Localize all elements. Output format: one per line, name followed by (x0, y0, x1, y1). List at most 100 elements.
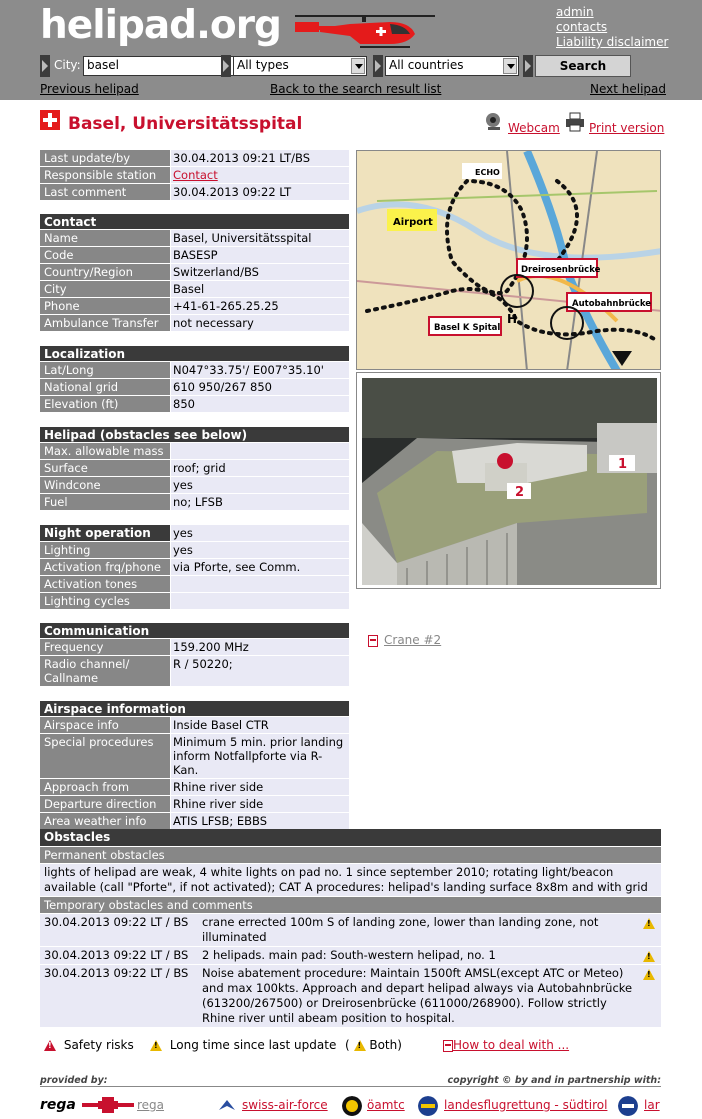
table-row: Airspace info Inside Basel CTR (40, 717, 349, 734)
field-value (171, 593, 349, 609)
pdf-icon (443, 1039, 453, 1052)
oamtc-icon (342, 1096, 362, 1116)
rega-link[interactable]: rega (137, 1098, 164, 1112)
pdf-icon (368, 634, 378, 647)
webcam-icon[interactable] (484, 112, 506, 132)
how-to-deal-link[interactable]: How to deal with ... (453, 1038, 569, 1052)
liability-disclaimer-link[interactable]: Liability disclaimer (556, 35, 668, 50)
field-label: Name (40, 230, 171, 246)
next-helipad-link[interactable]: Next helipad (590, 82, 666, 96)
airspace-table: Airspace information Airspace info Inside… (40, 701, 349, 830)
obstacle-row: 30.04.2013 09:22 LT / BS crane errected … (40, 913, 661, 946)
obstacle-row: 30.04.2013 09:22 LT / BS 2 helipads. mai… (40, 946, 661, 964)
permanent-obstacles-header: Permanent obstacles (40, 846, 661, 863)
field-label: Last comment (40, 184, 171, 200)
field-label: Phone (40, 298, 171, 314)
top-links: admin contacts Liability disclaimer (556, 5, 668, 50)
field-label: Airspace info (40, 717, 171, 733)
legend-howto: How to deal with ... (443, 1038, 569, 1052)
field-value (171, 443, 349, 459)
print-version-link[interactable]: Print version (589, 121, 664, 135)
contacts-link[interactable]: contacts (556, 20, 668, 35)
lar-icon (618, 1096, 638, 1116)
field-value: no; LFSB (171, 494, 349, 510)
field-label: Country/Region (40, 264, 171, 280)
back-to-results-link[interactable]: Back to the search result list (270, 82, 441, 96)
temporary-obstacles-header: Temporary obstacles and comments (40, 896, 661, 913)
field-value: Contact (171, 167, 349, 183)
obstacle-date: 30.04.2013 09:22 LT / BS (44, 948, 189, 962)
field-label: Ambulance Transfer (40, 315, 171, 331)
warning-icon (643, 969, 655, 980)
legend-both-label: Both) (369, 1038, 402, 1052)
table-row: Last comment 30.04.2013 09:22 LT (40, 184, 349, 201)
arrow-icon (40, 55, 50, 77)
contact-table: Contact Name Basel, Universitätsspital Cod… (40, 214, 349, 332)
chevron-down-icon[interactable] (503, 58, 517, 74)
legend-longtime: Long time since last update (150, 1038, 336, 1052)
chevron-down-icon[interactable] (351, 58, 365, 74)
table-row: Fuel no; LFSB (40, 494, 349, 511)
partner-link-oamtc[interactable]: öamtc (367, 1098, 405, 1112)
site-logo[interactable]: helipad.org (40, 3, 282, 48)
field-label: Max. allowable mass (40, 443, 171, 459)
obstacles-section: Obstacles Permanent obstacles lights of … (40, 829, 661, 1027)
map-label-spital: Basel K Spital (434, 323, 500, 333)
field-label: Special procedures (40, 734, 171, 778)
field-value (171, 576, 349, 592)
city-label: City: (54, 58, 81, 72)
copyright-label: copyright © by and in partnership with: (447, 1075, 661, 1086)
field-value: Minimum 5 min. prior landing inform Notf… (171, 734, 349, 778)
rega-logo[interactable]: rega (40, 1097, 76, 1113)
photo-label-2: 2 (515, 485, 524, 500)
map-label-airport: Airport (393, 217, 433, 228)
webcam-link[interactable]: Webcam (508, 121, 560, 135)
table-row: Responsible station Contact (40, 167, 349, 184)
partner-link-lar[interactable]: lar (644, 1098, 660, 1112)
previous-helipad-link[interactable]: Previous helipad (40, 82, 139, 96)
obstacle-date: 30.04.2013 09:22 LT / BS (44, 966, 189, 980)
field-label: Fuel (40, 494, 171, 510)
table-row: Phone +41-61-265.25.25 (40, 298, 349, 315)
admin-link[interactable]: admin (556, 5, 668, 20)
crane-link[interactable]: Crane #2 (384, 633, 441, 647)
crane-document: Crane #2 (368, 633, 441, 647)
section-header: Localization (40, 346, 349, 362)
field-value: Rhine river side (171, 796, 349, 812)
country-select[interactable]: All countries (385, 56, 519, 76)
table-row: Approach from Rhine river side (40, 779, 349, 796)
printer-icon[interactable] (565, 112, 585, 132)
map-label-h: H (507, 312, 517, 326)
field-value: 30.04.2013 09:21 LT/BS (171, 150, 349, 166)
page-title: Basel, Universitätsspital (68, 114, 303, 134)
field-label: Approach from (40, 779, 171, 795)
section-header: Contact (40, 214, 349, 230)
responsible-station-contact-link[interactable]: Contact (173, 168, 218, 182)
field-value: Inside Basel CTR (171, 717, 349, 733)
obstacle-date: 30.04.2013 09:22 LT / BS (44, 915, 189, 929)
legend-safety: Safety risks (44, 1038, 134, 1052)
search-button[interactable]: Search (535, 55, 631, 77)
table-row: Lighting yes (40, 542, 349, 559)
table-row: Lighting cycles (40, 593, 349, 610)
field-label: Area weather info (40, 813, 171, 829)
warning-icon (150, 1040, 162, 1051)
legend-both: ( Both) (345, 1038, 402, 1052)
type-select[interactable]: All types (233, 56, 367, 76)
footer-divider (40, 1086, 661, 1087)
field-value: 30.04.2013 09:22 LT (171, 184, 349, 200)
field-label: National grid (40, 379, 171, 395)
partner-link-landesflugrettung[interactable]: landesflugrettung - südtirol (444, 1098, 607, 1112)
table-row: Surface roof; grid (40, 460, 349, 477)
table-row: Lat/Long N047°33.75'/ E007°35.10' (40, 362, 349, 379)
field-label: Windcone (40, 477, 171, 493)
partner-link-swiss-air-force[interactable]: swiss-air-force (242, 1098, 328, 1112)
arrow-icon (373, 55, 383, 77)
table-row: Ambulance Transfer not necessary (40, 315, 349, 332)
obstacle-text: Noise abatement procedure: Maintain 1500… (202, 966, 633, 1025)
field-label: Last update/by (40, 150, 171, 166)
field-label: Code (40, 247, 171, 263)
table-row: Max. allowable mass (40, 443, 349, 460)
table-row: Elevation (ft) 850 (40, 396, 349, 413)
field-label: Activation tones (40, 576, 171, 592)
